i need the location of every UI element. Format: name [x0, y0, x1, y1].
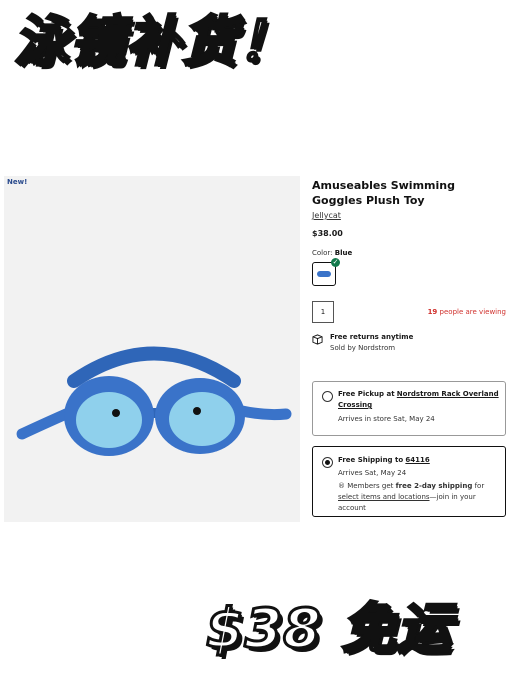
product-title: Amuseables Swimming Goggles Plush Toy — [312, 179, 455, 207]
color-value: Blue — [334, 249, 353, 257]
pickup-text: Free Pickup at Nordstrom Rack Overland C… — [338, 389, 503, 425]
product-price: $38.00 — [312, 229, 343, 238]
pickup-option-card[interactable]: Free Pickup at Nordstrom Rack Overland C… — [312, 381, 506, 436]
shipping-radio[interactable] — [322, 457, 333, 468]
members-icon: ® — [338, 482, 345, 490]
members-mid: for — [474, 482, 485, 490]
shipping-zip-link[interactable]: 64116 — [405, 456, 429, 464]
brand-link[interactable]: Jellycat — [312, 211, 508, 220]
members-link[interactable]: select items and locations — [338, 493, 430, 501]
viewers-text: people are viewing — [439, 308, 506, 316]
members-pre: Members get — [347, 482, 394, 490]
pickup-prefix: Free Pickup at — [338, 390, 395, 398]
returns-info: Free returns anytime Sold by Nordstrom — [312, 333, 508, 357]
shipping-arrival: Arrives Sat, May 24 — [338, 469, 407, 477]
members-bold: free 2-day shipping — [395, 482, 473, 490]
sold-by: Sold by Nordstrom — [330, 344, 396, 352]
swatch-thumbnail — [317, 271, 331, 277]
members-note: ® Members get free 2-day shipping for se… — [338, 481, 503, 514]
product-info-panel: Amuseables Swimming Goggles Plush Toy Je… — [312, 176, 508, 357]
checkmark-icon: ✓ — [331, 258, 340, 267]
package-icon — [312, 334, 323, 345]
viewers-count: 19 — [427, 308, 438, 316]
returns-title: Free returns anytime — [330, 333, 414, 341]
color-label: Color: Blue — [312, 249, 508, 257]
pickup-radio[interactable] — [322, 391, 333, 402]
banner-title-top: 泳镜补货！ — [13, 9, 294, 75]
pickup-arrival: Arrives in store Sat, May 24 — [338, 415, 435, 423]
shipping-option-card[interactable]: Free Shipping to 64116 Arrives Sat, May … — [312, 446, 506, 517]
goggles-plush-illustration — [16, 346, 292, 456]
quantity-row: 1 19 people are viewing — [312, 301, 508, 323]
quantity-select[interactable]: 1 — [312, 301, 334, 323]
color-label-text: Color: — [312, 249, 333, 257]
shipping-text: Free Shipping to 64116 Arrives Sat, May … — [338, 455, 503, 514]
banner-title-bottom: $38 免运 — [205, 596, 453, 662]
viewers-notice: 19 people are viewing — [428, 308, 506, 316]
product-image[interactable]: New! — [4, 176, 300, 522]
shipping-prefix: Free Shipping to — [338, 456, 404, 464]
color-swatch-blue[interactable]: ✓ — [312, 258, 340, 286]
